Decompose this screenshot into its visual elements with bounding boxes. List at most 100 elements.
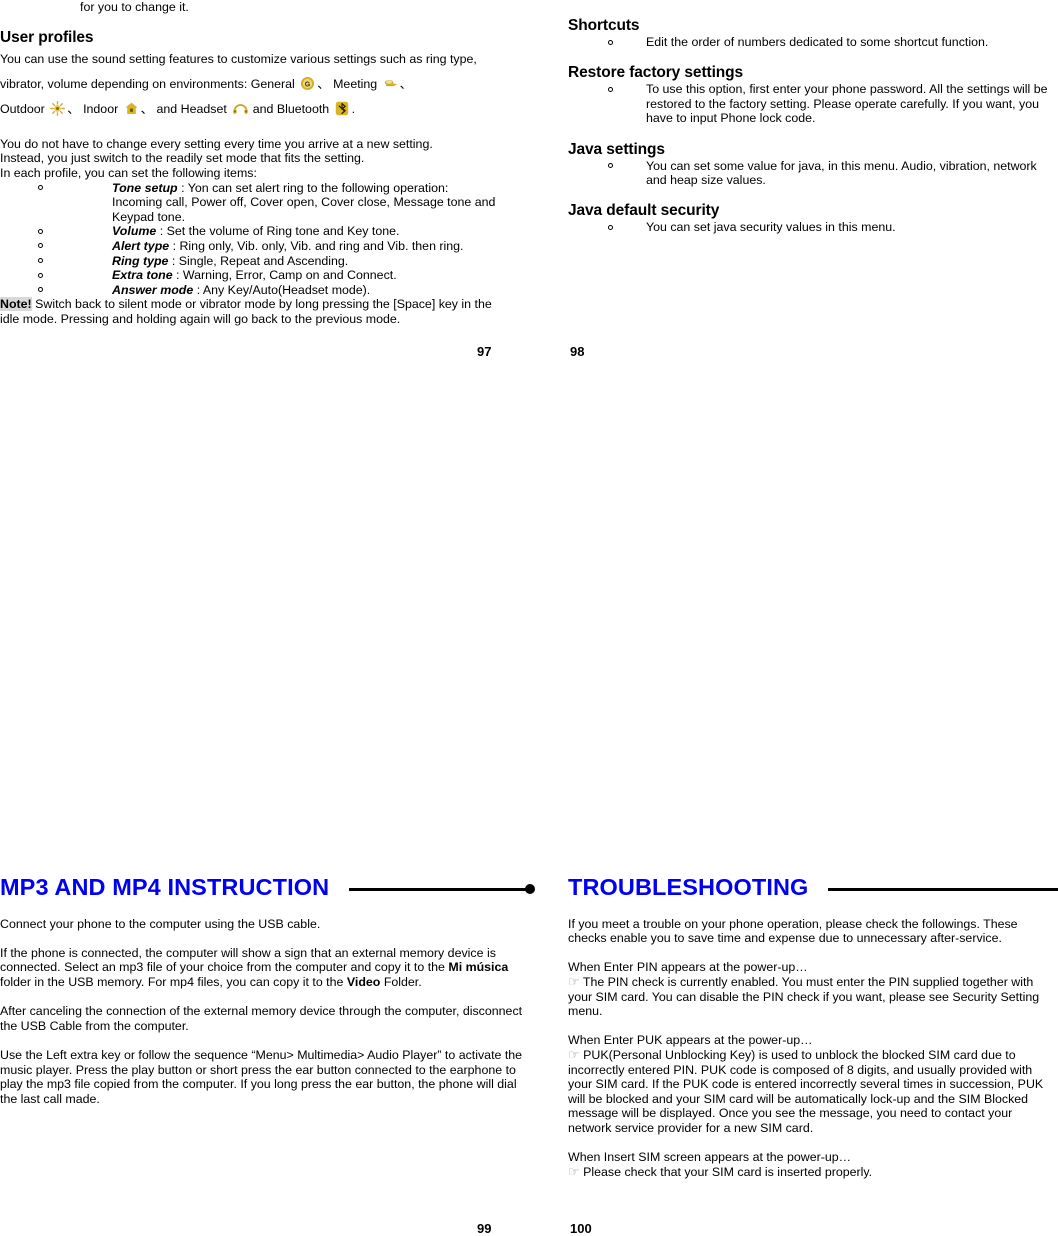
continued-text: for you to change it.: [80, 0, 189, 14]
page-98-content: Shortcuts Edit the order of numbers dedi…: [568, 17, 1058, 235]
mp3-para-4: Use the Left extra key or follow the seq…: [0, 1047, 523, 1106]
mp3-para-2-a: If the phone is connected, the computer …: [0, 945, 496, 975]
profiles-paragraph-line3: In each profile, you can set the followi…: [0, 165, 257, 180]
troubleshooting-answer-3-text: Please check that your SIM card is inser…: [583, 1164, 873, 1179]
note-paragraph: Note! Switch back to silent mode or vibr…: [0, 297, 500, 326]
label-bluetooth: and Bluetooth: [252, 102, 330, 117]
note-text: Switch back to silent mode or vibrator m…: [0, 297, 492, 326]
troubleshooting-answer-1: ☞ The PIN check is currently enabled. Yo…: [568, 973, 1058, 1019]
page-99-content: MP3 AND MP4 INSTRUCTION Connect your pho…: [0, 872, 536, 1106]
list-item: Extra tone : Warning, Error, Camp on and…: [0, 268, 500, 283]
list-item-term: Extra tone: [112, 268, 173, 283]
user-profiles-intro-line2: Outdoor 、 Indoor 、 and Headset and Bluet…: [0, 97, 500, 122]
list-item-term: Volume: [112, 224, 157, 239]
page-number-98: 98: [570, 344, 585, 359]
meeting-profile-icon: [383, 76, 398, 91]
bullet-circle-icon: [38, 272, 43, 278]
list-item: Tone setup : Yon can set alert ring to t…: [0, 181, 500, 225]
troubleshooting-answer-2-text: PUK(Personal Unblocking Key) is used to …: [568, 1047, 1044, 1135]
java-settings-list: You can set some value for java, in this…: [568, 159, 1058, 188]
pointing-hand-icon: ☞: [568, 973, 580, 989]
heading-java-default-security: Java default security: [568, 202, 720, 220]
mp3-para-2-e: Folder.: [380, 974, 422, 989]
profiles-paragraph-line2: Instead, you just switch to the readily …: [0, 151, 365, 166]
list-item-text: : Single, Repeat and Ascending.: [168, 253, 349, 268]
bullet-circle-icon: [38, 228, 43, 234]
chapter-heading-mp3: MP3 AND MP4 INSTRUCTION: [0, 872, 536, 902]
list-item-text: To use this option, first enter your pho…: [646, 82, 1048, 126]
bluetooth-profile-icon: [335, 101, 350, 116]
list-item: You can set some value for java, in this…: [568, 159, 1058, 188]
user-profiles-intro: You can use the sound setting features t…: [0, 47, 500, 97]
label-indoor: Indoor: [83, 102, 119, 117]
troubleshooting-question-1: When Enter PIN appears at the power-up…: [568, 960, 808, 975]
mp3-para-1: Connect your phone to the computer using…: [0, 916, 321, 931]
icon-separator: 、: [140, 102, 154, 117]
list-item-text: : Warning, Error, Camp on and Connect.: [172, 268, 397, 283]
troubleshooting-answer-1-text: The PIN check is currently enabled. You …: [568, 974, 1040, 1019]
icon-separator: 、: [399, 77, 413, 92]
page-number-99: 99: [477, 1221, 492, 1236]
bullet-circle-icon: [608, 86, 613, 92]
bullet-circle-icon: [38, 258, 43, 264]
restore-factory-settings-list: To use this option, first enter your pho…: [568, 82, 1058, 126]
pointing-hand-icon: ☞: [568, 1163, 580, 1179]
bullet-circle-icon: [38, 185, 43, 191]
troubleshooting-answer-3: ☞ Please check that your SIM card is ins…: [568, 1163, 1058, 1180]
list-item-term: Answer mode: [112, 282, 194, 297]
chapter-title-text: TROUBLESHOOTING: [568, 874, 809, 900]
heading-user-profiles: User profiles: [0, 29, 94, 47]
bullet-circle-icon: [38, 287, 43, 293]
heading-shortcuts: Shortcuts: [568, 17, 640, 34]
label-headset: and Headset: [156, 102, 227, 117]
list-item-text: : Set the volume of Ring tone and Key to…: [156, 224, 400, 239]
bullet-circle-icon: [38, 243, 43, 249]
list-item: Alert type : Ring only, Vib. only, Vib. …: [0, 239, 500, 254]
bullet-circle-icon: [608, 224, 613, 230]
list-item: Answer mode : Any Key/Auto(Headset mode)…: [0, 283, 500, 298]
shortcuts-list: Edit the order of numbers dedicated to s…: [568, 35, 1058, 50]
heading-restore-factory-settings: Restore factory settings: [568, 64, 744, 82]
icon-separator: 、: [67, 102, 80, 117]
page-97-content: for you to change it. User profiles You …: [0, 0, 500, 327]
note-label: Note!: [0, 297, 32, 312]
mi-musica-folder-label: Mi música: [448, 960, 509, 975]
mp3-para-2: If the phone is connected, the computer …: [0, 946, 530, 990]
profiles-paragraph-line1: You do not have to change every setting …: [0, 136, 433, 151]
pointing-hand-icon: ☞: [568, 1046, 580, 1062]
video-folder-label: Video: [346, 974, 381, 989]
list-item-term: Ring type: [112, 253, 169, 268]
outdoor-profile-icon: [50, 101, 66, 117]
page-number-97: 97: [477, 344, 492, 359]
heading-rule-decoration: [828, 887, 1058, 891]
general-profile-icon: G: [300, 76, 315, 91]
headset-profile-icon: [232, 101, 249, 116]
list-item: To use this option, first enter your pho…: [568, 82, 1058, 126]
list-item-text: You can set java security values in this…: [646, 220, 896, 235]
troubleshooting-question-3: When Insert SIM screen appears at the po…: [568, 1150, 852, 1165]
page-100-content: TROUBLESHOOTING If you meet a trouble on…: [568, 872, 1058, 1179]
java-default-security-list: You can set java security values in this…: [568, 220, 1058, 235]
profile-settings-list: Tone setup : Yon can set alert ring to t…: [0, 181, 500, 298]
bullet-circle-icon: [608, 39, 613, 45]
list-item-text: : Any Key/Auto(Headset mode).: [193, 282, 371, 297]
list-item-text: You can set some value for java, in this…: [646, 158, 1037, 188]
troubleshooting-answer-2: ☞ PUK(Personal Unblocking Key) is used t…: [568, 1046, 1058, 1136]
bullet-circle-icon: [608, 163, 613, 169]
list-item: You can set java security values in this…: [568, 220, 1058, 235]
heading-rule-decoration: [349, 884, 536, 894]
list-item: Volume : Set the volume of Ring tone and…: [0, 224, 500, 239]
mp3-para-2-c: folder in the USB memory. For mp4 files,…: [0, 974, 347, 989]
